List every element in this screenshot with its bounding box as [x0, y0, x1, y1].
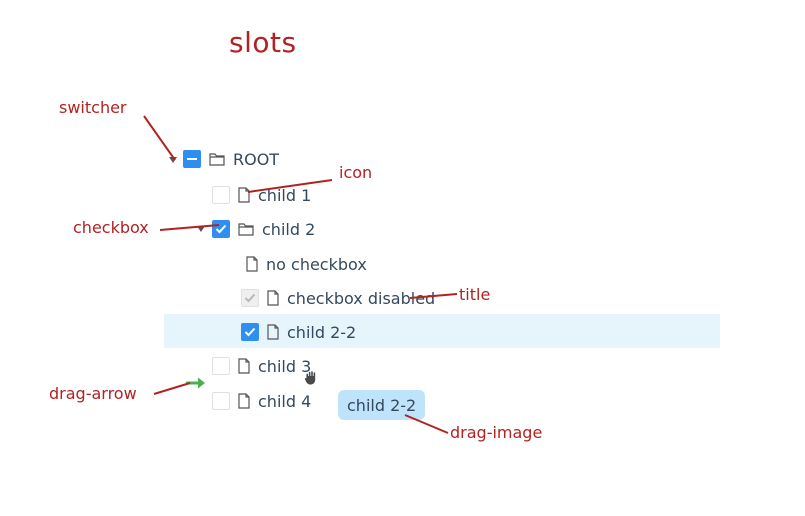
annotation-drag-arrow: drag-arrow — [49, 384, 137, 403]
annotation-switcher: switcher — [59, 98, 127, 117]
disabled-checkbox — [241, 289, 259, 307]
file-icon — [267, 324, 279, 340]
file-icon — [267, 290, 279, 306]
checkmark-icon — [215, 224, 227, 234]
page-title: slots — [229, 26, 297, 59]
annotation-checkbox: checkbox — [73, 218, 149, 237]
switcher-root-caret-icon[interactable] — [169, 157, 177, 163]
annotation-drag-image: drag-image — [450, 423, 543, 442]
folder-icon — [209, 152, 225, 166]
tree-node-title: child 2 — [262, 219, 316, 239]
drag-arrow-icon — [186, 377, 205, 389]
tree-node-title: child 2-2 — [287, 322, 357, 342]
folder-icon — [238, 222, 254, 236]
tree-node-title: no checkbox — [266, 254, 367, 274]
file-icon — [246, 256, 258, 272]
checkmark-icon — [244, 293, 256, 303]
child2-2-checkbox[interactable] — [241, 323, 259, 341]
child3-checkbox[interactable] — [212, 357, 230, 375]
tree-node-checkbox-disabled[interactable]: checkbox disabled — [241, 286, 435, 310]
file-icon — [238, 393, 250, 409]
annotation-leader-lines — [143, 115, 458, 434]
checkmark-icon — [244, 327, 256, 337]
switcher-child2-caret-icon[interactable] — [197, 226, 205, 232]
tree-node-root[interactable]: ROOT — [183, 147, 279, 171]
tree-node-title: child 4 — [258, 391, 312, 411]
tree-node-child2[interactable]: child 2 — [212, 217, 315, 241]
child1-checkbox[interactable] — [212, 186, 230, 204]
tree-node-title: checkbox disabled — [287, 288, 436, 308]
tree-node-title: child 1 — [258, 185, 312, 205]
root-checkbox[interactable] — [183, 150, 201, 168]
drag-image: child 2-2 — [338, 390, 426, 420]
tree-node-child3[interactable]: child 3 — [212, 354, 311, 378]
tree-node-child4[interactable]: child 4 — [212, 389, 311, 413]
annotation-title: title — [459, 285, 491, 304]
tree-node-no-checkbox[interactable]: no checkbox — [246, 252, 367, 276]
child4-checkbox[interactable] — [212, 392, 230, 410]
tree-node-child1[interactable]: child 1 — [212, 183, 311, 207]
tree-node-title: ROOT — [233, 149, 280, 169]
indeterminate-icon — [187, 158, 197, 160]
annotation-icon: icon — [339, 163, 373, 182]
grab-cursor-icon — [304, 370, 316, 386]
child2-checkbox[interactable] — [212, 220, 230, 238]
leader-line-switcher — [143, 115, 176, 161]
leader-line-checkbox — [159, 224, 220, 231]
file-icon — [238, 187, 250, 203]
file-icon — [238, 358, 250, 374]
tree-node-child2-2[interactable]: child 2-2 — [241, 320, 356, 344]
